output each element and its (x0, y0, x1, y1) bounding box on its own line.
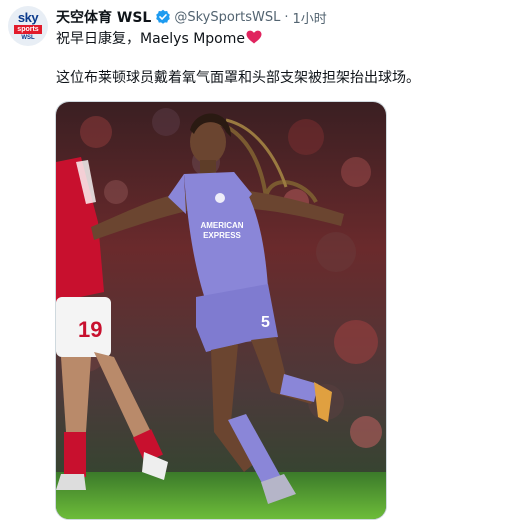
verified-badge-icon (155, 9, 171, 25)
kit-sponsor-line1: AMERICAN (200, 221, 243, 230)
tweet-text-line2: 这位布莱顿球员戴着氧气面罩和头部支架被担架抬出球场。 (56, 70, 420, 86)
tweet-text-line1-content: 祝早日康复，Maelys Mpome (56, 31, 245, 47)
tweet-card[interactable]: sky sports WSL 天空体育 WSL @SkySportsWSL · … (0, 0, 510, 523)
opponent-number: 19 (78, 317, 102, 342)
user-handle[interactable]: @SkySportsWSL (174, 10, 280, 25)
avatar-sports-text: sports (14, 24, 42, 34)
tweet-text-line1: 祝早日康复，Maelys Mpome (56, 29, 262, 49)
tweet-photo[interactable]: 19 AMERICAN EXPRESS 5 (55, 101, 387, 520)
avatar-sky-text: sky (17, 9, 39, 25)
avatar[interactable]: sky sports WSL (8, 6, 48, 46)
tweet-header: 天空体育 WSL @SkySportsWSL · 1小时 (56, 6, 327, 28)
timestamp[interactable]: 1小时 (293, 8, 327, 27)
separator-dot: · (284, 9, 289, 25)
match-photo-illustration: 19 AMERICAN EXPRESS 5 (56, 102, 386, 519)
display-name[interactable]: 天空体育 WSL (56, 7, 151, 27)
avatar-wsl-text: WSL (21, 34, 35, 41)
shorts-number: 5 (261, 314, 270, 331)
kit-sponsor-line2: EXPRESS (203, 231, 241, 240)
red-heart-icon (246, 30, 262, 44)
